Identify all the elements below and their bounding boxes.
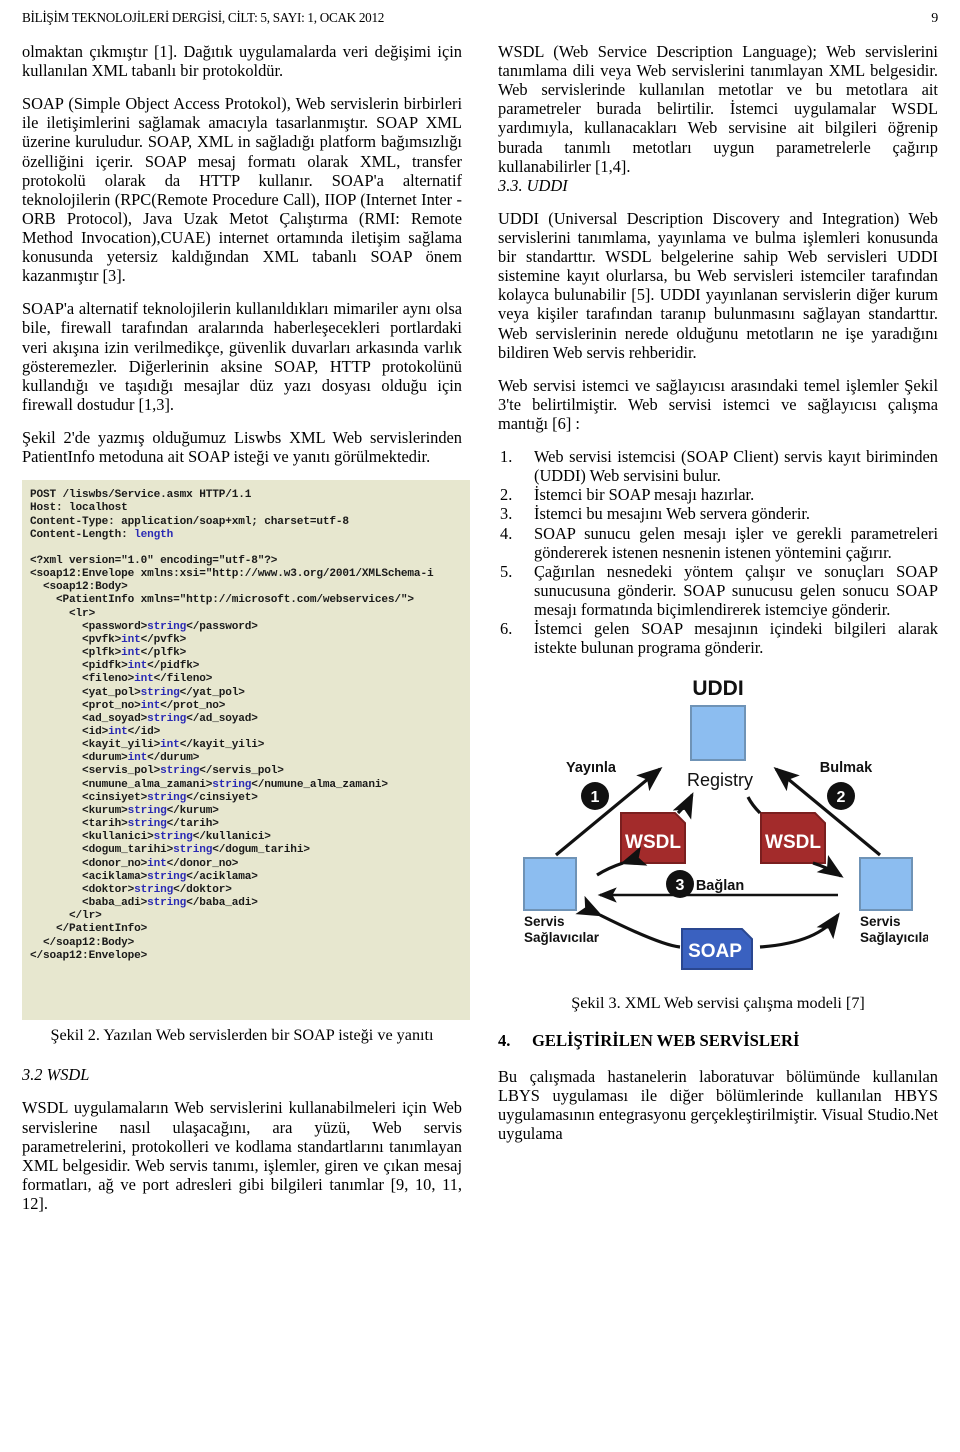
code-text: POST /liswbs/Service.asmx HTTP/1.1 Host:… <box>30 489 434 962</box>
left-paragraph-5: WSDL uygulamaların Web servislerini kull… <box>22 1098 462 1213</box>
code-value-token: int <box>121 647 141 660</box>
right-column: WSDL (Web Service Description Language);… <box>498 42 938 1227</box>
uddi-diagram-title: UDDI <box>692 677 743 700</box>
section-4-title: GELİŞTİRİLEN WEB SERVİSLERİ <box>532 1031 800 1051</box>
list-item-text: Web servisi istemcisi (SOAP Client) serv… <box>534 447 938 486</box>
step-1-number: 1 <box>591 789 600 806</box>
code-value-token: string <box>153 831 193 844</box>
list-item-number: 2. <box>500 485 513 505</box>
code-value-token: string <box>127 804 167 817</box>
code-value-token: int <box>140 699 161 712</box>
list-item: 4. SOAP sunucu gelen mesajı işler ve gere… <box>498 524 938 562</box>
code-value-token: string <box>147 620 187 633</box>
left-actor-label-line1: Servis <box>524 914 565 929</box>
right-paragraph-1: WSDL (Web Service Description Language);… <box>498 42 938 176</box>
code-value-token: string <box>212 778 252 791</box>
code-value-token: string <box>134 883 174 896</box>
right-actor-label-line1: Servis <box>860 914 901 929</box>
list-item-number: 3. <box>500 504 513 524</box>
code-value-token: string <box>140 686 180 699</box>
wsdl-left-label: WSDL <box>625 832 681 853</box>
list-item-number: 4. <box>500 523 513 543</box>
code-value-token: string <box>147 870 187 883</box>
code-value-token: string <box>147 712 187 725</box>
step-2-number: 2 <box>837 789 846 806</box>
left-paragraph-3: SOAP'a alternatif teknolojilerin kullanı… <box>22 299 462 414</box>
page-number: 9 <box>931 11 938 26</box>
figure-2-caption: Şekil 2. Yazılan Web servislerden bir SO… <box>50 1026 434 1045</box>
list-item-number: 5. <box>500 561 513 581</box>
uddi-diagram-svg: UDDI Registry Servis Sağlavıcılar Servis… <box>523 677 928 971</box>
code-value-token: string <box>173 844 213 857</box>
figure-3-uddi-diagram: UDDI Registry Servis Sağlavıcılar Servis… <box>498 673 938 988</box>
code-value-token: int <box>147 857 167 870</box>
bind-label: Bağlan <box>696 878 744 894</box>
running-head: BİLİŞİM TEKNOLOJİLERİ DERGİSİ, CİLT: 5, … <box>22 10 938 27</box>
code-value-token: int <box>127 660 148 673</box>
section-4-heading: 4. GELİŞTİRİLEN WEB SERVİSLERİ <box>498 1031 938 1050</box>
figure-3-caption: Şekil 3. XML Web servisi çalışma modeli … <box>571 994 865 1013</box>
web-service-steps-list: 1. Web servisi istemcisi (SOAP Client) se… <box>498 447 938 657</box>
subheading-3-2-wsdl: 3.2 WSDL <box>22 1065 90 1085</box>
code-value-token: int <box>108 726 128 738</box>
code-value-token: length <box>134 528 174 541</box>
left-paragraph-1: olmaktan çıkmıştır [1]. Dağıtık uygulama… <box>22 42 462 81</box>
list-item-text: İstemci bu mesajını Web servera gönderir… <box>534 504 811 524</box>
code-value-token: int <box>134 673 154 686</box>
list-item: 5. Çağırılan nesnedeki yöntem çalışır ve … <box>498 562 938 619</box>
soap-label: SOAP <box>688 941 742 962</box>
list-item-text: Çağırılan nesnedeki yöntem çalışır ve so… <box>534 561 938 619</box>
figure-2-code-listing: POST /liswbs/Service.asmx HTTP/1.1 Host:… <box>22 480 470 1021</box>
code-block: POST /liswbs/Service.asmx HTTP/1.1 Host:… <box>22 480 470 1021</box>
wsdl-right-up-line <box>746 796 762 815</box>
right-actor-label-line2: Sağlayıcılar <box>860 930 928 945</box>
service-provider-left-box <box>523 857 577 912</box>
code-value-token: string <box>127 818 167 831</box>
list-item: 1. Web servisi istemcisi (SOAP Client) se… <box>498 447 938 485</box>
journal-header-title: BİLİŞİM TEKNOLOJİLERİ DERGİSİ, CİLT: 5, … <box>22 10 385 25</box>
registry-box <box>690 705 746 762</box>
wsdl-left-down-arrow <box>596 846 648 877</box>
left-actor-label-line2: Sağlavıcılar <box>524 930 600 945</box>
list-item-text: İstemci gelen SOAP mesajının içindeki bi… <box>534 619 938 658</box>
subheading-3-3-uddi: 3.3. UDDI <box>498 175 568 195</box>
right-paragraph-4: Bu çalışmada hastanelerin laboratuvar bö… <box>498 1066 938 1144</box>
code-value-token: int <box>127 752 148 765</box>
page-body: olmaktan çıkmıştır [1]. Dağıtık uygulama… <box>22 42 938 1227</box>
step-3-number: 3 <box>676 877 685 894</box>
list-item-text: SOAP sunucu gelen mesajı işler ve gerekl… <box>534 523 938 562</box>
wsdl-right-label: WSDL <box>765 832 821 853</box>
left-paragraph-2: SOAP (Simple Object Access Protokol), We… <box>22 94 462 286</box>
left-column: olmaktan çıkmıştır [1]. Dağıtık uygulama… <box>22 42 470 1227</box>
service-provider-right-box <box>859 857 913 912</box>
section-4-number: 4. <box>498 1031 511 1051</box>
list-item-number: 1. <box>500 447 513 467</box>
list-item: 2. İstemci bir SOAP mesajı hazırlar. <box>498 485 938 504</box>
code-value-token: string <box>147 791 187 804</box>
code-value-token: int <box>160 739 180 752</box>
soap-right-arc <box>759 912 840 949</box>
registry-label: Registry <box>687 770 753 790</box>
wsdl-left-up-arrow <box>672 792 694 820</box>
code-value-token: string <box>160 765 200 778</box>
left-paragraph-4: Şekil 2'de yazmış olduğumuz Liswbs XML W… <box>22 427 462 467</box>
list-item: 6. İstemci gelen SOAP mesajının içindeki … <box>498 619 938 657</box>
list-item-number: 6. <box>500 619 513 639</box>
find-label: Bulmak <box>820 760 873 776</box>
publish-label: Yayınla <box>566 760 617 776</box>
right-paragraph-3: Web servisi istemci ve sağlayıcısı arası… <box>498 375 938 433</box>
code-value-token: string <box>147 897 187 910</box>
list-item: 3. İstemci bu mesajını Web servera gönder… <box>498 504 938 523</box>
wsdl-right-down-arrow <box>812 855 844 879</box>
code-value-token: int <box>121 633 141 646</box>
list-item-text: İstemci bir SOAP mesajı hazırlar. <box>534 485 755 505</box>
soap-left-arc <box>575 896 681 949</box>
right-paragraph-2: UDDI (Universal Description Discovery an… <box>498 208 938 362</box>
